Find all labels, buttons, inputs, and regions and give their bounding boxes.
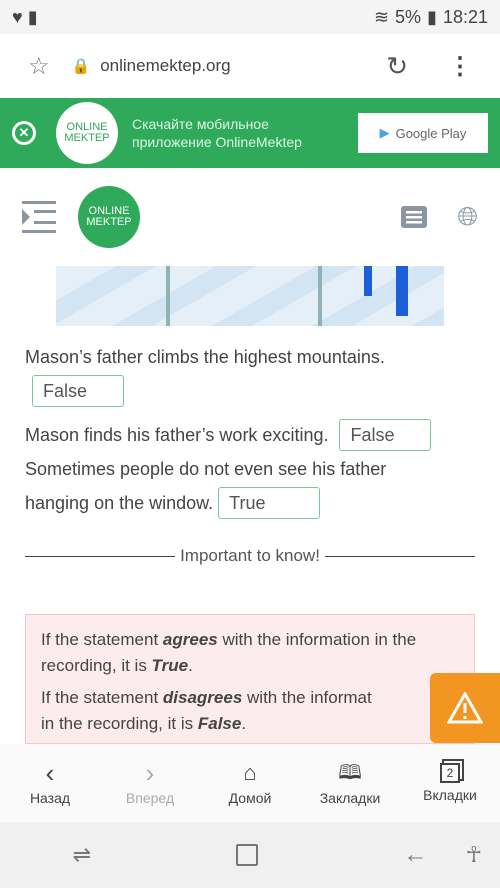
important-divider: Important to know! bbox=[25, 544, 475, 568]
chevron-right-icon: › bbox=[145, 758, 155, 788]
wifi-icon: ≋ bbox=[373, 6, 390, 27]
clock: 18:21 bbox=[442, 6, 488, 27]
chevron-left-icon: ‹ bbox=[45, 758, 55, 788]
answer-field[interactable]: True bbox=[218, 487, 321, 519]
app-banner: ✕ ONLINE MEKTEP Скачайте мобильное прило… bbox=[0, 98, 500, 168]
home-square-icon[interactable] bbox=[236, 844, 259, 866]
statement-2: Mason finds his father’s work exciting. … bbox=[25, 418, 475, 452]
forward-button[interactable]: › Вперед bbox=[100, 744, 200, 822]
statement-1: Mason’s father climbs the highest mounta… bbox=[25, 340, 475, 408]
site-header: ONLINE MEKTEP 🌐︎ bbox=[0, 168, 500, 266]
illustration bbox=[56, 266, 444, 326]
status-bar: ♥ ▮ ≋ 5% ▮ 18:21 bbox=[0, 0, 500, 34]
answer-field[interactable]: False bbox=[32, 375, 124, 407]
home-icon: ⌂ bbox=[243, 760, 257, 785]
menu-icon[interactable]: ⋮ bbox=[448, 52, 472, 81]
back-button[interactable]: ‹ Назад bbox=[0, 744, 100, 822]
list-icon[interactable] bbox=[401, 206, 428, 228]
sidebar-toggle-icon[interactable] bbox=[22, 201, 56, 233]
lock-icon: 🔒 bbox=[71, 58, 91, 75]
bookmarks-button[interactable]: 🕮︎ Закладки bbox=[300, 744, 400, 822]
note-true: If the statement agrees with the informa… bbox=[41, 630, 417, 675]
reload-icon[interactable]: ↻ bbox=[386, 51, 408, 82]
browser-toolbar: ☆ 🔒 onlinemektep.org ↻ ⋮ bbox=[0, 34, 500, 98]
globe-icon[interactable]: 🌐︎ bbox=[457, 201, 478, 233]
book-icon: 🕮︎ bbox=[338, 762, 362, 784]
tabs-button[interactable]: 2 Вкладки bbox=[400, 744, 500, 822]
warning-button[interactable] bbox=[430, 673, 500, 743]
notification-icon: ♥ ▮ bbox=[12, 6, 38, 27]
battery-icon: ▮ bbox=[427, 6, 437, 27]
tabs-icon: 2 bbox=[439, 763, 461, 783]
battery-percent: 5% bbox=[395, 6, 422, 27]
home-button[interactable]: ⌂ Домой bbox=[200, 744, 300, 822]
star-icon[interactable]: ☆ bbox=[28, 52, 50, 81]
google-play-button[interactable]: ▶ Google Play bbox=[358, 113, 488, 153]
banner-logo: ONLINE MEKTEP bbox=[56, 102, 118, 164]
banner-line2: приложение OnlineMektep bbox=[132, 134, 302, 150]
answer-field[interactable]: False bbox=[339, 419, 432, 451]
browser-nav: ‹ Назад › Вперед ⌂ Домой 🕮︎ Закладки 2 Вкладк… bbox=[0, 744, 500, 822]
recents-icon[interactable]: ⇌ bbox=[73, 842, 91, 868]
site-logo[interactable]: ONLINE MEKTEP bbox=[78, 186, 140, 248]
url-field[interactable]: onlinemektep.org bbox=[100, 56, 230, 76]
warning-icon bbox=[447, 692, 483, 724]
play-icon: ▶ bbox=[379, 125, 390, 140]
back-arrow-icon[interactable]: ← bbox=[403, 841, 427, 869]
system-nav: ⇌ ← ☥ bbox=[0, 822, 500, 888]
info-note: If the statement agrees with the informa… bbox=[25, 614, 475, 744]
statements: Mason’s father climbs the highest mounta… bbox=[25, 340, 475, 520]
accessibility-icon[interactable]: ☥ bbox=[466, 842, 482, 868]
statement-3: Sometimes people do not even see his fat… bbox=[25, 452, 475, 520]
banner-line1: Скачайте мобильное bbox=[132, 116, 269, 132]
note-false: If the statement disagrees with the info… bbox=[41, 688, 372, 733]
close-icon[interactable]: ✕ bbox=[12, 121, 36, 145]
